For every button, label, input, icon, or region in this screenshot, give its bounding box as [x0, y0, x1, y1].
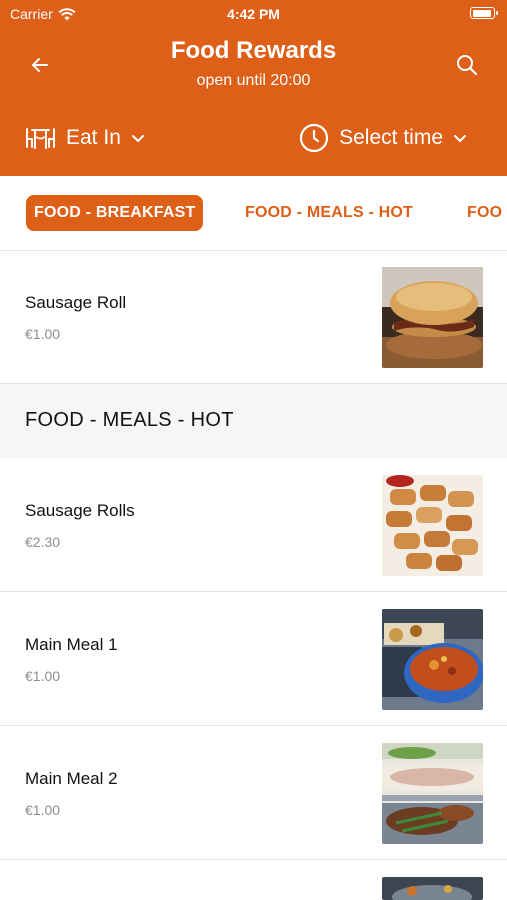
menu-item-sausage-rolls[interactable]: Sausage Rolls €2.30: [0, 458, 507, 592]
search-button[interactable]: [452, 50, 482, 80]
tab-food-meals-hot[interactable]: FOOD - MEALS - HOT: [245, 195, 413, 231]
item-name: Main Meal 2: [25, 769, 118, 788]
opening-hours: open until 20:00: [196, 72, 311, 89]
menu-item-partial[interactable]: [0, 860, 507, 900]
status-bar: Carrier 4:42 PM: [0, 0, 507, 28]
section-title: FOOD - MEALS - HOT: [25, 409, 234, 431]
category-tabs: FOOD - BREAKFAST FOOD - MEALS - HOT FOO: [0, 176, 507, 251]
burger-photo: [382, 267, 483, 368]
tab-next-category[interactable]: FOO: [467, 195, 502, 231]
menu-item-main-meal-2[interactable]: Main Meal 2 €1.00: [0, 726, 507, 860]
status-time: 4:42 PM: [227, 6, 280, 22]
select-time-button[interactable]: Select time: [299, 120, 467, 156]
item-price: €1.00: [25, 802, 61, 818]
clock-icon: [300, 123, 329, 153]
chevron-down-icon: [454, 134, 466, 142]
dining-table-icon: [26, 128, 55, 149]
item-price: €1.00: [25, 326, 61, 342]
page-title: Food Rewards: [170, 37, 337, 64]
order-mode-label: Eat In: [66, 126, 121, 149]
battery-level: [472, 9, 491, 17]
section-header-meals-hot: FOOD - MEALS - HOT: [0, 384, 507, 458]
select-time-label: Select time: [339, 126, 443, 149]
tab-food-breakfast[interactable]: FOOD - BREAKFAST: [26, 195, 204, 231]
buffet-photo: [382, 743, 483, 844]
sausage-rolls-photo: [382, 475, 483, 576]
casserole-photo: [382, 609, 483, 710]
food-photo: [382, 877, 483, 900]
chevron-down-icon: [131, 134, 144, 142]
battery-icon: [470, 7, 498, 19]
app-header: Carrier 4:42 PM Food Rewards open until …: [0, 0, 507, 176]
item-name: Main Meal 1: [25, 635, 118, 654]
search-icon: [457, 55, 478, 76]
menu-item-main-meal-1[interactable]: Main Meal 1 €1.00: [0, 592, 507, 726]
order-mode-selector[interactable]: Eat In: [25, 120, 145, 156]
item-name: Sausage Roll: [25, 293, 127, 312]
item-name: Sausage Rolls: [25, 501, 135, 520]
item-price: €2.30: [25, 534, 61, 550]
item-price: €1.00: [25, 668, 61, 684]
menu-item-sausage-roll[interactable]: Sausage Roll €1.00: [0, 251, 507, 384]
